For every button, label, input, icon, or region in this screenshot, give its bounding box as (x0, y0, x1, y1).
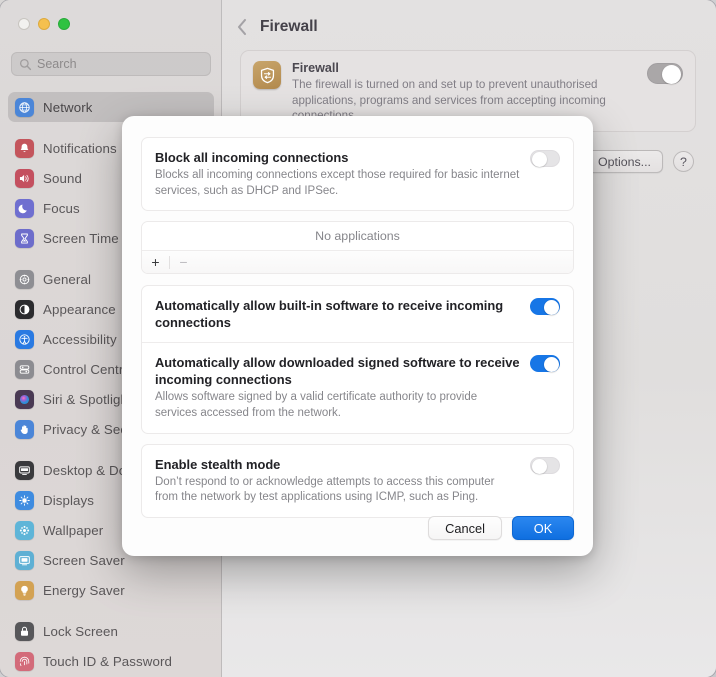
builtin-software-row: Automatically allow built-in software to… (142, 286, 573, 342)
signed-software-toggle[interactable] (530, 355, 560, 373)
sidebar-item-touch-id-password[interactable]: Touch ID & Password (8, 646, 214, 676)
minimise-window-button[interactable] (38, 18, 50, 30)
screen: Search Network Notifications Sound Focus Scr… (0, 0, 716, 677)
chevron-left-icon[interactable] (236, 18, 248, 36)
sidebar-item-energy-saver[interactable]: Energy Saver (8, 575, 214, 605)
window-traffic-lights (18, 18, 70, 30)
help-button[interactable]: ? (673, 151, 694, 172)
block-all-text: Block all incoming connections Blocks al… (155, 149, 520, 199)
block-all-title: Block all incoming connections (155, 150, 349, 165)
sidebar-item-label: Notifications (43, 140, 117, 156)
dialog-footer: Cancel OK (428, 516, 574, 540)
bulb-icon (15, 580, 34, 600)
sidebar-item-label: Screen Time (43, 230, 119, 246)
contrast-icon (15, 299, 34, 319)
builtin-software-text: Automatically allow built-in software to… (155, 297, 520, 331)
sliders-icon (15, 359, 34, 379)
firewall-card-text: Firewall The firewall is turned on and s… (292, 61, 636, 122)
signed-software-description: Allows software signed by a valid certif… (155, 391, 478, 420)
close-window-button[interactable] (18, 18, 30, 30)
stealth-mode-title: Enable stealth mode (155, 456, 281, 472)
sidebar-item-label: Screen Saver (43, 552, 125, 568)
options-button[interactable]: Options... (585, 150, 663, 173)
block-all-group: Block all incoming connections Blocks al… (141, 137, 574, 212)
signed-software-text: Automatically allow downloaded signed so… (155, 354, 520, 421)
firewall-icon (253, 61, 281, 89)
sidebar-item-label: Accessibility (43, 331, 117, 347)
firewall-options-dialog: Block all incoming connections Blocks al… (122, 116, 593, 556)
search-icon (19, 58, 32, 70)
sidebar-item-label: Network (43, 99, 93, 115)
firewall-toggle[interactable] (647, 63, 683, 84)
block-all-description: Blocks all incoming connections except t… (155, 169, 520, 197)
gear-icon (15, 269, 34, 289)
sidebar-item-label: General (43, 271, 92, 287)
hourglass-icon (15, 228, 34, 248)
speaker-icon (15, 168, 34, 188)
sidebar-item-label: Appearance (43, 301, 116, 317)
maximise-window-button[interactable] (58, 18, 70, 30)
ok-button[interactable]: OK (512, 516, 574, 540)
firewall-actions: Options... ? (585, 150, 694, 173)
block-all-toggle[interactable] (530, 150, 560, 167)
wallpaper-icon (15, 520, 34, 540)
sidebar-item-label: Siri & Spotlight (43, 391, 132, 407)
search-placeholder: Search (37, 57, 77, 71)
globe-icon (15, 97, 34, 117)
lock-icon (15, 621, 34, 641)
siri-icon (15, 389, 34, 409)
bell-icon (15, 138, 34, 158)
stealth-mode-group: Enable stealth mode Don’t respond to or … (141, 443, 574, 518)
desktop-icon (15, 460, 34, 480)
hand-icon (15, 419, 34, 439)
search-field[interactable]: Search (11, 52, 211, 76)
sidebar-item-label: Wallpaper (43, 522, 104, 538)
toggle-knob (544, 357, 559, 373)
moon-icon (15, 198, 34, 218)
builtin-software-toggle[interactable] (530, 298, 560, 316)
stealth-mode-text: Enable stealth mode Don’t respond to or … (155, 456, 520, 506)
detail-header: Firewall (222, 8, 716, 46)
firewall-card-title: Firewall (292, 61, 339, 75)
remove-application-button: − (179, 254, 188, 271)
sidebar-item-label: Displays (43, 492, 95, 508)
signed-software-title: Automatically allow downloaded signed so… (155, 355, 520, 388)
stealth-mode-row: Enable stealth mode Don’t respond to or … (142, 445, 573, 517)
builtin-software-title: Automatically allow built-in software to… (155, 298, 504, 331)
sidebar-item-label: Control Centre (43, 361, 131, 377)
sidebar-item-lock-screen[interactable]: Lock Screen (8, 616, 214, 646)
auto-allow-group: Automatically allow built-in software to… (141, 285, 574, 434)
screensaver-icon (15, 550, 34, 570)
stealth-mode-toggle[interactable] (530, 456, 560, 474)
system-settings-window: Search Network Notifications Sound Focus Scr… (0, 0, 716, 677)
dialog-body: Block all incoming connections Blocks al… (122, 116, 593, 518)
applications-empty-label: No applications (315, 229, 400, 244)
accessibility-icon (15, 329, 34, 349)
signed-software-row: Automatically allow downloaded signed so… (142, 342, 573, 432)
toggle-knob (532, 458, 547, 474)
sidebar-item-label: Energy Saver (43, 582, 125, 598)
toggle-knob (544, 300, 559, 316)
toggle-knob (532, 152, 547, 167)
fingerprint-icon (15, 651, 34, 671)
sun-icon (15, 490, 34, 510)
sidebar-group-divider (0, 605, 222, 616)
sidebar-item-label: Touch ID & Password (43, 653, 173, 669)
block-all-row: Block all incoming connections Blocks al… (142, 138, 573, 210)
stealth-mode-description: Don’t respond to or acknowledge attempts… (155, 475, 495, 504)
sidebar-item-label: Lock Screen (43, 623, 119, 639)
toggle-knob (662, 65, 681, 84)
applications-toolbar: + − (142, 250, 573, 274)
page-title: Firewall (260, 18, 318, 35)
sidebar-item-label: Focus (43, 200, 80, 216)
cancel-button[interactable]: Cancel (428, 516, 502, 540)
applications-group: No applications + − (141, 221, 574, 275)
applications-list[interactable]: No applications (142, 222, 573, 251)
sidebar-item-label: Sound (43, 170, 82, 186)
add-application-button[interactable]: + (142, 251, 169, 273)
